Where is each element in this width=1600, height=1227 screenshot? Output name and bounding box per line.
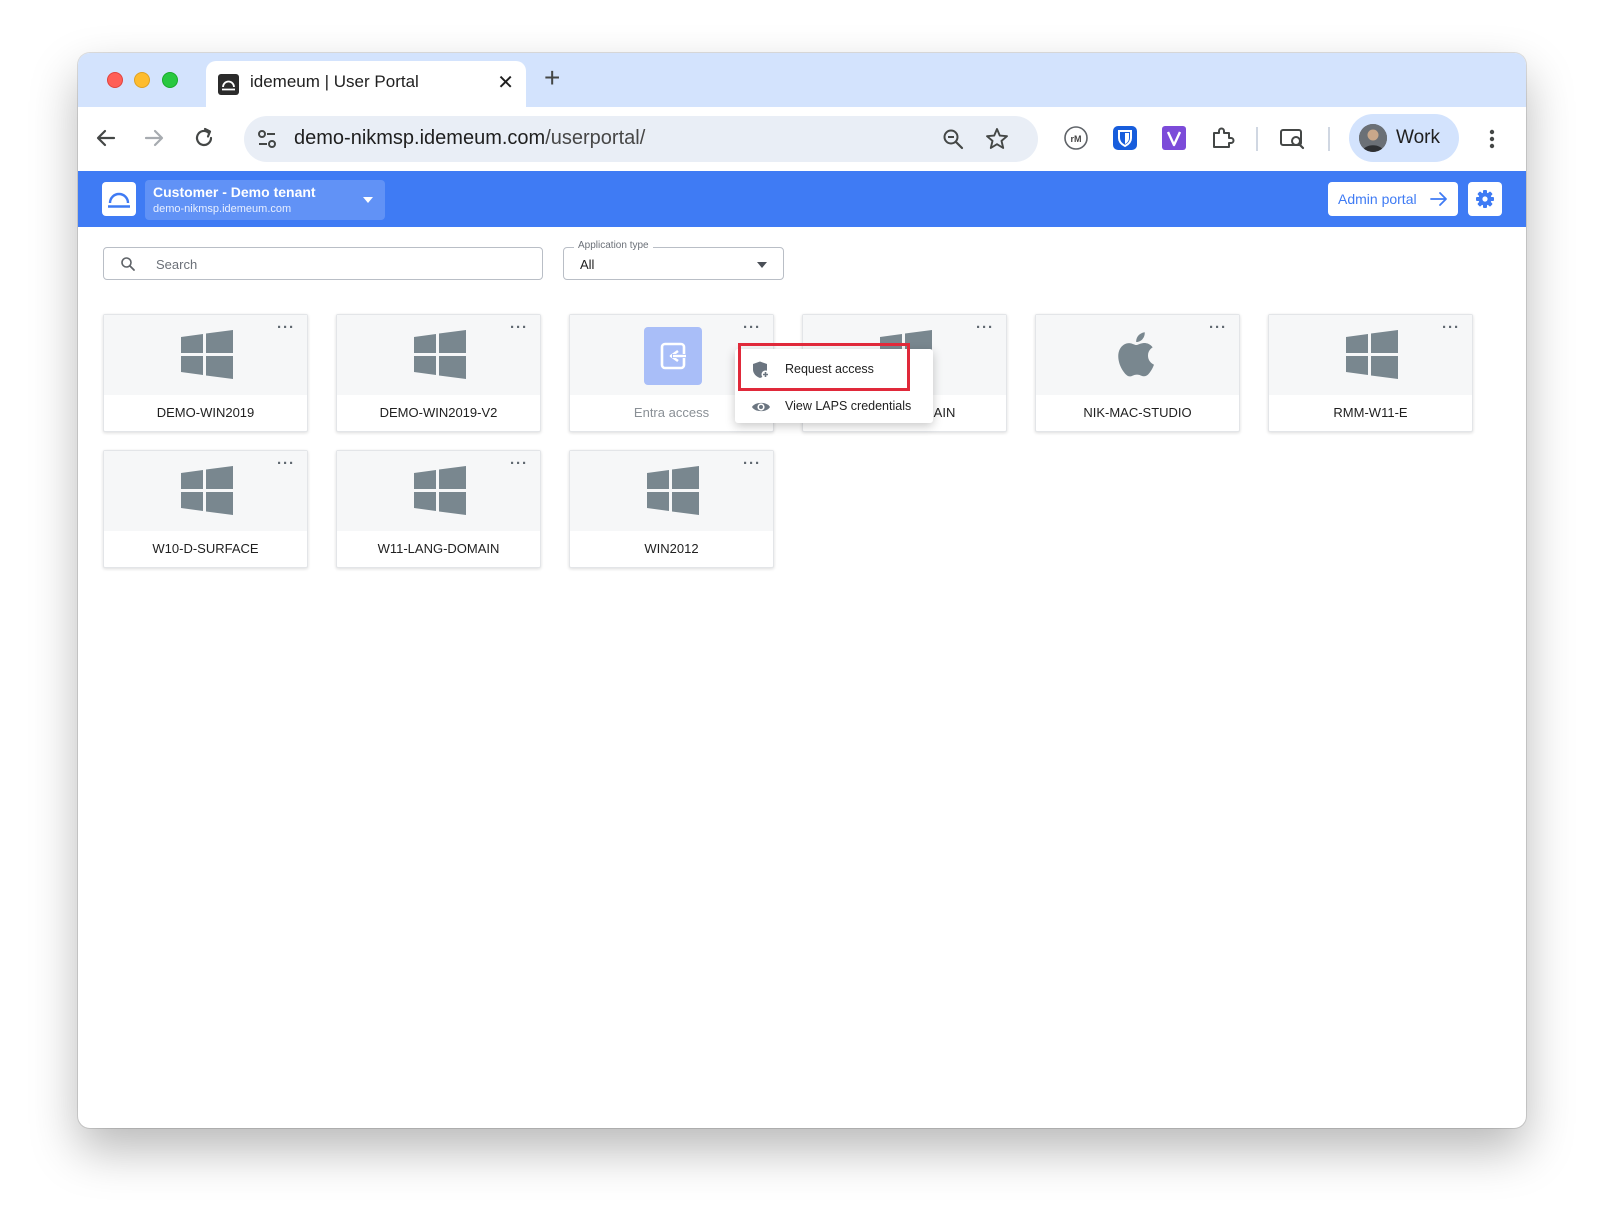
windows-icon: [1346, 330, 1398, 379]
more-options-icon[interactable]: ···: [743, 319, 761, 337]
tenant-name: Customer - Demo tenant: [153, 184, 316, 200]
idemeum-logo[interactable]: [102, 182, 136, 216]
app-card[interactable]: ··· DEMO-WIN2019-V2: [336, 314, 541, 432]
bookmark-star-icon[interactable]: [984, 126, 1010, 152]
search-icon: [121, 257, 135, 271]
windows-icon: [414, 330, 466, 379]
more-options-icon[interactable]: ···: [1209, 319, 1227, 337]
chevron-down-icon: [363, 197, 373, 203]
app-card-header: ···: [570, 451, 773, 531]
apple-icon: [1118, 332, 1154, 377]
address-bar[interactable]: demo-nikmsp.idemeum.com/userportal/: [244, 116, 1038, 162]
admin-portal-button[interactable]: Admin portal: [1328, 182, 1458, 216]
url-text: demo-nikmsp.idemeum.com/userportal/: [294, 127, 645, 150]
app-card[interactable]: ··· W11-LANG-DOMAIN: [336, 450, 541, 568]
arrow-right-icon: [1430, 192, 1447, 206]
extensions-puzzle-icon[interactable]: [1208, 124, 1236, 152]
app-card-header: ···: [1269, 315, 1472, 395]
application-type-value: All: [580, 257, 595, 272]
more-options-icon[interactable]: ···: [277, 455, 295, 473]
site-info-icon[interactable]: [254, 126, 280, 152]
idemeum-favicon-icon: [218, 74, 239, 95]
app-card-label: W10-D-SURFACE: [152, 541, 259, 556]
url-path: /userportal/: [545, 127, 646, 149]
tenant-domain: demo-nikmsp.idemeum.com: [153, 203, 292, 215]
app-card-header: ···: [337, 315, 540, 395]
application-type-label: Application type: [574, 240, 653, 251]
more-options-icon[interactable]: ···: [277, 319, 295, 337]
eye-icon: [752, 402, 770, 412]
app-card-header: ···: [337, 451, 540, 531]
profile-label: Work: [1396, 127, 1440, 148]
toolbar-separator: [1256, 127, 1258, 151]
browser-window: idemeum | User Portal ✕ + demo-nikmsp.id…: [78, 53, 1526, 1128]
app-card-label: DEMO-WIN2019: [156, 405, 255, 420]
rm-extension-icon[interactable]: rM: [1062, 124, 1090, 152]
browser-toolbar: demo-nikmsp.idemeum.com/userportal/ rM W…: [78, 107, 1526, 171]
url-host: demo-nikmsp.idemeum.com: [294, 127, 546, 149]
settings-button[interactable]: [1468, 182, 1502, 216]
tab-idemeum[interactable]: idemeum | User Portal ✕: [206, 61, 526, 107]
app-card[interactable]: ··· RMM-W11-E: [1268, 314, 1473, 432]
close-window-button[interactable]: [107, 72, 123, 88]
idemeum-logo-icon: [108, 192, 130, 208]
forward-icon[interactable]: [139, 123, 169, 153]
app-context-menu: Request access View LAPS credentials: [735, 349, 933, 423]
tab-search-icon[interactable]: [1278, 124, 1306, 152]
tenant-selector[interactable]: Customer - Demo tenant demo-nikmsp.ideme…: [145, 180, 385, 220]
more-options-icon[interactable]: ···: [510, 319, 528, 337]
gear-icon: [1476, 190, 1494, 208]
menu-item-view-laps-credentials[interactable]: View LAPS credentials: [735, 389, 933, 423]
maximize-window-button[interactable]: [162, 72, 178, 88]
menu-item-label: Request access: [785, 362, 874, 376]
toolbar-separator: [1328, 127, 1330, 151]
chevron-down-icon: [757, 262, 767, 268]
zoom-icon[interactable]: [940, 126, 966, 152]
v-extension-icon[interactable]: [1160, 124, 1188, 152]
app-card-label: NIK-MAC-STUDIO: [1083, 405, 1192, 420]
app-card[interactable]: ··· DEMO-WIN2019: [103, 314, 308, 432]
menu-item-request-access[interactable]: Request access: [735, 352, 933, 386]
tab-title: idemeum | User Portal: [250, 72, 419, 91]
more-options-icon[interactable]: ···: [743, 455, 761, 473]
svg-text:rM: rM: [1071, 134, 1082, 144]
more-options-icon[interactable]: ···: [976, 319, 994, 337]
app-card-label: RMM-W11-E: [1333, 405, 1408, 420]
app-card[interactable]: ··· WIN2012: [569, 450, 774, 568]
app-card-label: W11-LANG-DOMAIN: [377, 541, 500, 556]
more-options-icon[interactable]: ···: [510, 455, 528, 473]
app-card-header: ···: [104, 451, 307, 531]
tab-strip: idemeum | User Portal ✕ +: [78, 53, 1526, 107]
app-card-header: ···: [1036, 315, 1239, 395]
windows-icon: [181, 330, 233, 379]
more-options-icon[interactable]: ···: [1442, 319, 1460, 337]
search-input[interactable]: [156, 254, 526, 274]
new-tab-icon[interactable]: +: [544, 63, 560, 93]
windows-icon: [414, 466, 466, 515]
admin-portal-label: Admin portal: [1338, 191, 1417, 207]
bitwarden-icon[interactable]: [1111, 124, 1139, 152]
browser-menu-icon[interactable]: [1482, 125, 1502, 153]
menu-item-label: View LAPS credentials: [785, 399, 912, 413]
app-card-label: WIN2012: [644, 541, 699, 556]
app-card[interactable]: ··· W10-D-SURFACE: [103, 450, 308, 568]
windows-icon: [181, 466, 233, 515]
avatar: [1359, 124, 1387, 152]
search-field[interactable]: [103, 247, 543, 280]
entra-icon: [644, 327, 702, 385]
app-card-label: DEMO-WIN2019-V2: [379, 405, 498, 420]
reload-icon[interactable]: [189, 123, 219, 153]
application-type-select[interactable]: Application type All: [563, 240, 784, 280]
back-icon[interactable]: [91, 123, 121, 153]
app-card[interactable]: ··· NIK-MAC-STUDIO: [1035, 314, 1240, 432]
profile-button[interactable]: Work: [1349, 114, 1459, 162]
shield-plus-icon: [753, 361, 770, 379]
app-header: Customer - Demo tenant demo-nikmsp.ideme…: [78, 171, 1526, 227]
minimize-window-button[interactable]: [134, 72, 150, 88]
app-card-header: ···: [104, 315, 307, 395]
tab-close-icon[interactable]: ✕: [497, 70, 514, 95]
windows-icon: [647, 466, 699, 515]
